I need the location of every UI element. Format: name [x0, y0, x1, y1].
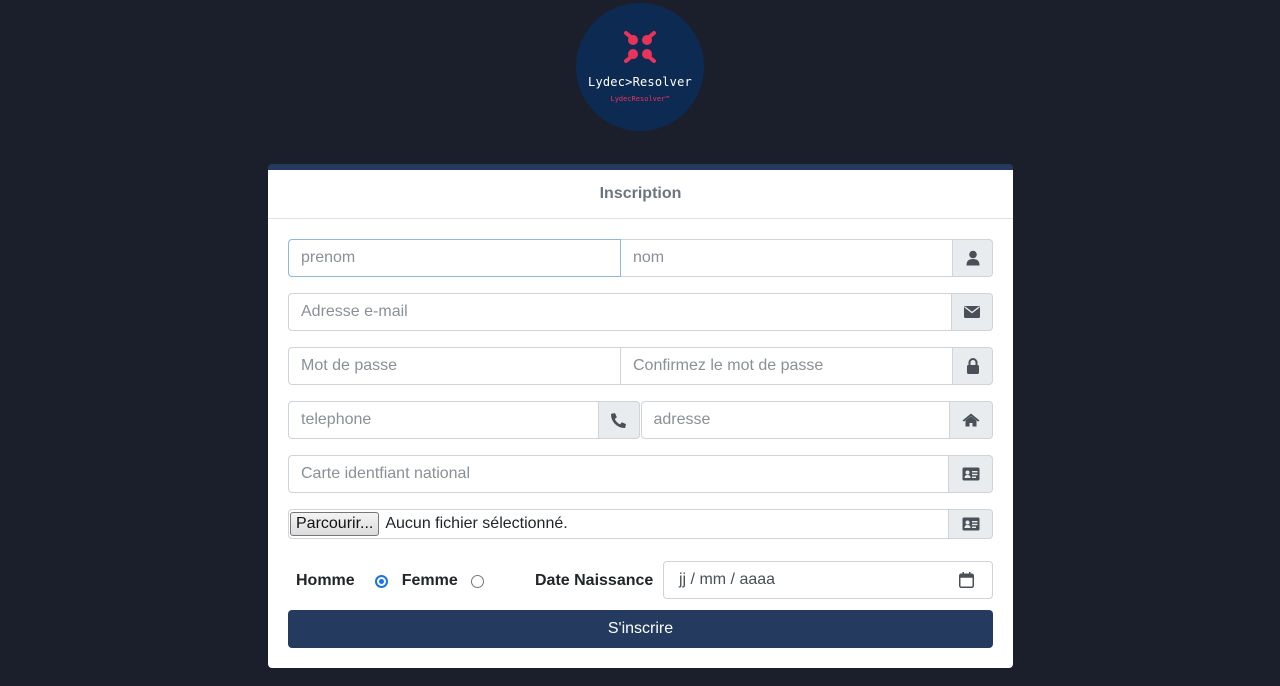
file-id-card-icon-addon	[949, 509, 993, 539]
national-id-input[interactable]: Carte identfiant national	[288, 455, 949, 493]
logo-tagline: LydecResolver™	[610, 95, 670, 103]
phone-icon-addon	[598, 401, 640, 439]
male-radio[interactable]	[374, 574, 388, 588]
male-label: Homme	[296, 572, 355, 589]
birth-date-input[interactable]: jj / mm / aaaa	[663, 561, 993, 599]
resolver-logo-icon	[624, 31, 656, 63]
card-title: Inscription	[268, 170, 1013, 219]
contact-row: telephone adresse	[288, 401, 993, 439]
envelope-icon-addon	[952, 293, 993, 331]
id-card-icon-addon	[949, 455, 993, 493]
female-label: Femme	[401, 572, 458, 589]
name-row: prenom nom	[288, 239, 993, 277]
lock-icon	[966, 358, 979, 374]
email-input[interactable]: Adresse e-mail	[288, 293, 952, 331]
phone-icon	[611, 412, 626, 428]
file-input[interactable]: Parcourir... Aucun fichier sélectionné.	[288, 509, 949, 539]
birth-date-label: Date Naissance	[535, 572, 654, 589]
file-row: Parcourir... Aucun fichier sélectionné.	[288, 509, 993, 539]
user-icon	[966, 250, 979, 266]
id-card-icon	[962, 517, 979, 531]
home-icon-addon	[950, 401, 993, 439]
last-name-input[interactable]: nom	[621, 239, 953, 277]
lock-icon-addon	[953, 347, 993, 385]
birth-date-placeholder: jj / mm / aaaa	[679, 571, 776, 588]
phone-input[interactable]: telephone	[288, 401, 599, 439]
female-radio[interactable]	[470, 574, 484, 588]
calendar-icon[interactable]	[959, 572, 974, 588]
password-input[interactable]: Mot de passe	[288, 347, 621, 385]
submit-button[interactable]: S'inscrire	[288, 610, 993, 648]
id-card-icon	[962, 467, 979, 481]
file-status: Aucun fichier sélectionné.	[385, 515, 568, 532]
logo-name: Lydec>Resolver	[588, 75, 692, 89]
national-id-row: Carte identfiant national	[288, 455, 993, 493]
browse-button[interactable]: Parcourir...	[290, 512, 380, 536]
address-input[interactable]: adresse	[640, 401, 951, 439]
home-icon	[962, 413, 980, 427]
registration-card: Inscription prenom nom Adresse e-mail Mo…	[268, 164, 1013, 668]
password-row: Mot de passe Confirmez le mot de passe	[288, 347, 993, 385]
user-icon-addon	[953, 239, 993, 277]
first-name-input[interactable]: prenom	[288, 239, 621, 277]
gender-group: Homme Femme	[296, 562, 484, 600]
envelope-icon	[964, 306, 980, 318]
email-row: Adresse e-mail	[288, 293, 993, 331]
logo: Lydec>Resolver LydecResolver™	[576, 3, 704, 131]
confirm-password-input[interactable]: Confirmez le mot de passe	[621, 347, 953, 385]
